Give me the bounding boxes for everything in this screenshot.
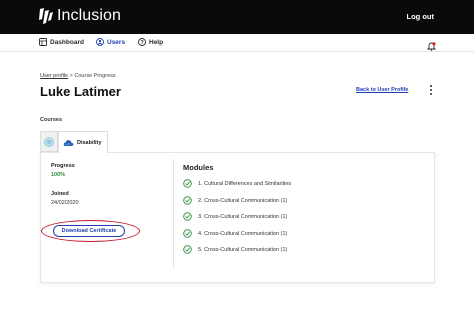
nav-item-dashboard[interactable]: Dashboard bbox=[39, 38, 84, 46]
top-bar: Inclusion Log out bbox=[0, 0, 474, 34]
download-certificate-button[interactable]: Download Certificate bbox=[53, 225, 125, 237]
check-circle-icon bbox=[183, 196, 192, 205]
check-circle-icon bbox=[183, 229, 192, 238]
progress-value: 100% bbox=[51, 172, 66, 178]
nav-label-help: Help bbox=[149, 38, 164, 46]
check-circle-icon bbox=[183, 212, 192, 221]
modules-title: Modules bbox=[183, 163, 214, 172]
module-label: 5. Cross-Cultural Communication (1) bbox=[198, 246, 288, 253]
logo-mark-icon bbox=[39, 8, 53, 24]
module-item[interactable]: 2. Cross-Cultural Communication (1) bbox=[183, 196, 287, 205]
notifications-button[interactable] bbox=[426, 38, 437, 56]
module-label: 4. Cross-Cultural Communication (1) bbox=[198, 230, 288, 237]
courses-label: Courses bbox=[40, 117, 63, 123]
check-circle-icon bbox=[183, 245, 192, 254]
course-tab-disability[interactable]: Disability bbox=[58, 131, 108, 153]
users-icon bbox=[96, 38, 104, 46]
nav-item-users[interactable]: Users bbox=[96, 38, 125, 46]
check-circle-icon bbox=[183, 179, 192, 188]
joined-label: Joined bbox=[51, 191, 69, 197]
module-label: 2. Cross-Cultural Communication (1) bbox=[198, 197, 288, 204]
bell-icon bbox=[426, 42, 437, 51]
nav-label-dashboard: Dashboard bbox=[50, 38, 84, 46]
column-divider bbox=[173, 159, 174, 269]
back-to-user-profile-link[interactable]: Back to User Profile bbox=[356, 87, 408, 93]
breadcrumb-current: Course Progress bbox=[74, 73, 116, 79]
breadcrumb-user-profile[interactable]: User profile bbox=[40, 73, 68, 79]
module-item[interactable]: 4. Cross-Cultural Communication (1) bbox=[183, 229, 287, 238]
module-label: 3. Cross-Cultural Communication (1) bbox=[198, 213, 288, 220]
more-options-menu[interactable] bbox=[428, 85, 434, 95]
progress-label: Progress bbox=[51, 163, 75, 169]
course-progress-card: Progress 100% Joined 24/02/2020 Download… bbox=[40, 152, 435, 283]
module-item[interactable]: 3. Cross-Cultural Communication (1) bbox=[183, 212, 287, 221]
logout-link[interactable]: Log out bbox=[407, 12, 435, 21]
nav-label-users: Users bbox=[107, 38, 126, 46]
help-icon: ? bbox=[138, 38, 146, 46]
kebab-dot bbox=[430, 85, 432, 87]
brand-name: Inclusion bbox=[57, 7, 122, 24]
nav-item-help[interactable]: ? Help bbox=[138, 38, 163, 46]
course-summary: Progress 100% Joined 24/02/2020 Download… bbox=[41, 153, 173, 284]
module-label: 1. Cultural Differences and Similarities bbox=[198, 180, 292, 187]
kebab-dot bbox=[430, 93, 432, 95]
course-tab-1[interactable] bbox=[40, 131, 58, 152]
page-title: Luke Latimer bbox=[40, 84, 121, 99]
dashboard-icon bbox=[39, 38, 47, 46]
module-item[interactable]: 1. Cultural Differences and Similarities bbox=[183, 179, 291, 188]
breadcrumb: User profile > Course Progress bbox=[40, 73, 116, 79]
course-tab-label: Disability bbox=[77, 139, 102, 146]
globe-icon bbox=[44, 136, 54, 147]
cloud-icon bbox=[63, 139, 74, 146]
module-item[interactable]: 5. Cross-Cultural Communication (1) bbox=[183, 245, 287, 254]
main-nav: Dashboard Users ? Help bbox=[0, 34, 474, 52]
kebab-dot bbox=[430, 89, 432, 91]
joined-value: 24/02/2020 bbox=[51, 200, 79, 206]
brand-logo[interactable]: Inclusion bbox=[38, 7, 121, 25]
